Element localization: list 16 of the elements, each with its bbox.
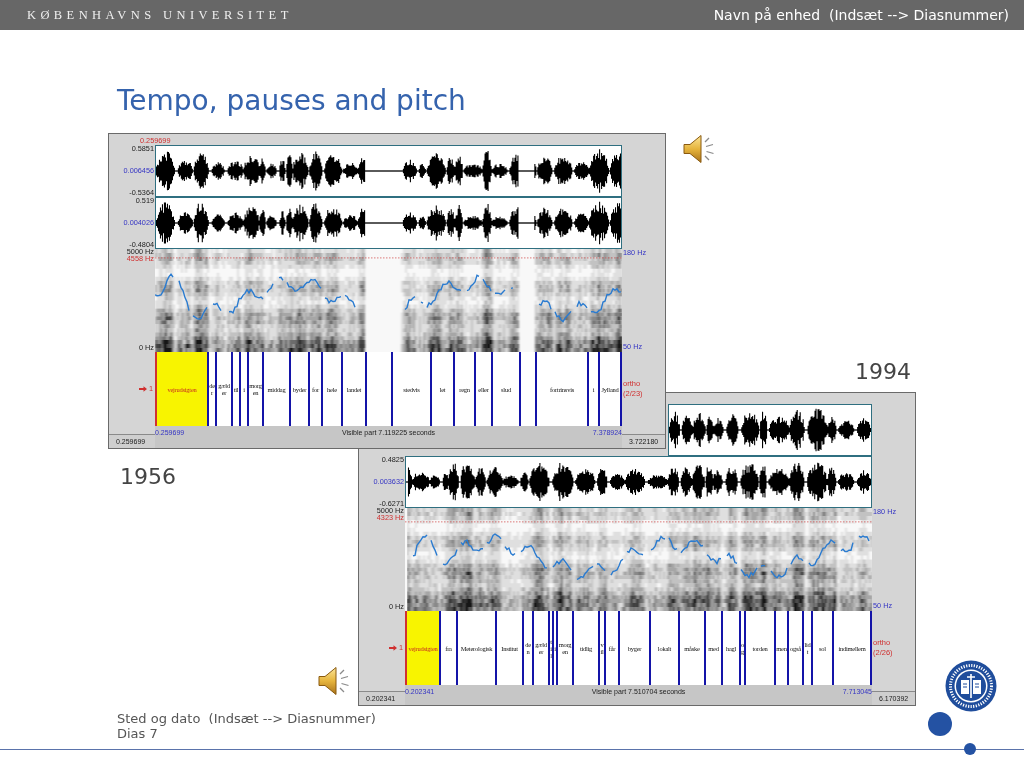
dot-icon	[964, 743, 976, 755]
speaker-icon[interactable]	[318, 665, 350, 697]
seal-icon	[945, 660, 997, 712]
dot-icon	[928, 712, 952, 736]
university-name: KØBENHAVNS UNIVERSITET	[27, 7, 293, 23]
arrow-icon	[138, 386, 147, 392]
speaker-icon[interactable]	[683, 133, 715, 165]
year-label: 1956	[120, 464, 176, 490]
arrow-icon	[388, 645, 397, 651]
slide-title: Tempo, pauses and pitch	[117, 84, 466, 118]
year-label: 1994	[855, 359, 911, 385]
unit-name: Navn på enhed (Indsæt --> Diasnummer)	[713, 7, 1009, 23]
slide-number: Dias 7	[117, 726, 158, 741]
interval[interactable]	[521, 352, 537, 426]
place-date-text: Sted og dato (Indsæt --> Diasnummer)	[117, 711, 376, 726]
interval[interactable]	[367, 352, 393, 426]
